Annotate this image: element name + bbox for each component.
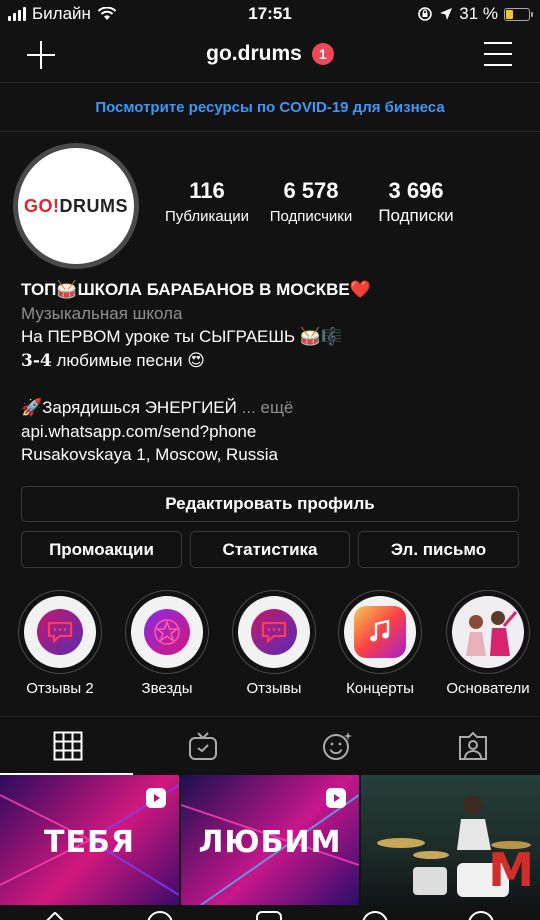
highlight-label: Основатели bbox=[446, 680, 530, 697]
stat-value: 116 bbox=[189, 178, 225, 203]
logo-wordmark: GO!DRUMS bbox=[24, 196, 128, 217]
bio-line-rest: любимые песни 😍 bbox=[51, 350, 205, 370]
posts-grid: ТЕБЯ ЛЮБИМ M bbox=[0, 775, 540, 905]
reel-icon bbox=[326, 788, 346, 808]
story-highlight[interactable]: Звезды bbox=[117, 590, 217, 697]
bio-title: ТОП🥁ШКОЛА БАРАБАНОВ В МОСКВЕ❤️ bbox=[21, 280, 371, 299]
watermark-logo: M bbox=[488, 843, 534, 897]
home-icon[interactable] bbox=[42, 911, 68, 920]
profile-tabs bbox=[0, 716, 540, 775]
stat-label: Подписки bbox=[378, 206, 454, 225]
logo-drums: DRUMS bbox=[59, 195, 128, 216]
post-caption-text: ТЕБЯ bbox=[44, 825, 135, 860]
username[interactable]: go.drums bbox=[206, 42, 302, 66]
highlight-ring bbox=[125, 590, 209, 674]
grid-icon bbox=[53, 731, 82, 761]
stat-followers[interactable]: 6 578 Подписчики bbox=[263, 178, 359, 225]
speech-bubble-icon bbox=[251, 609, 297, 655]
tagged-user-icon bbox=[458, 731, 487, 760]
hamburger-menu-icon[interactable] bbox=[484, 42, 512, 66]
post-caption-text: ЛЮБИМ bbox=[198, 825, 342, 860]
stat-value: 6 578 bbox=[283, 178, 339, 203]
post-thumbnail[interactable]: ТЕБЯ bbox=[0, 775, 179, 905]
promotions-button[interactable]: Промоакции bbox=[21, 531, 182, 568]
story-highlight[interactable]: Отзывы 2 bbox=[10, 590, 110, 697]
status-bar: Билайн 17:51 31 % bbox=[0, 0, 540, 30]
story-highlight[interactable]: Концерты bbox=[330, 590, 430, 697]
highlight-ring bbox=[232, 590, 316, 674]
profile-header: go.drums 1 bbox=[0, 30, 540, 82]
story-highlight[interactable]: Отзывы bbox=[224, 590, 324, 697]
highlight-ring bbox=[18, 590, 102, 674]
battery-percent: 31 % bbox=[459, 4, 498, 23]
logo-go: GO! bbox=[24, 195, 60, 216]
tab-grid[interactable] bbox=[0, 717, 135, 775]
search-icon[interactable] bbox=[147, 911, 173, 920]
star-icon bbox=[144, 609, 190, 655]
orientation-lock-icon bbox=[418, 7, 433, 21]
stat-following[interactable]: 3 696 Подписки bbox=[368, 178, 464, 226]
bio: ТОП🥁ШКОЛА БАРАБАНОВ В МОСКВЕ❤️ Музыкальн… bbox=[21, 278, 521, 467]
stat-label: Публикации bbox=[164, 208, 250, 225]
bio-line: На ПЕРВОМ уроке ты СЫГРАЕШЬ 🥁🎼 bbox=[21, 327, 343, 346]
statistics-button[interactable]: Статистика bbox=[190, 531, 350, 568]
status-right: 31 % bbox=[417, 4, 533, 24]
post-thumbnail[interactable]: M bbox=[361, 775, 540, 905]
bio-address[interactable]: Rusakovskaya 1, Moscow, Russia bbox=[21, 443, 521, 467]
tab-tagged[interactable] bbox=[405, 717, 540, 775]
location-arrow-icon bbox=[440, 8, 453, 20]
avatar[interactable]: GO!DRUMS bbox=[13, 143, 139, 269]
founders-photo bbox=[452, 596, 524, 668]
reels-effects-icon bbox=[322, 732, 352, 760]
highlight-label: Звезды bbox=[141, 680, 193, 697]
bio-bold-number: 3-4 bbox=[21, 350, 52, 371]
username-wrap: go.drums 1 bbox=[0, 42, 540, 66]
bottom-navigation bbox=[0, 905, 540, 920]
tab-igtv[interactable] bbox=[135, 717, 270, 775]
highlight-label: Концерты bbox=[346, 680, 414, 697]
stat-posts[interactable]: 116 Публикации bbox=[160, 178, 254, 225]
covid-resources-link[interactable]: Посмотрите ресурсы по COVID-19 для бизне… bbox=[95, 99, 444, 116]
avatar-logo: GO!DRUMS bbox=[18, 148, 134, 264]
stat-label: Подписчики bbox=[269, 208, 353, 225]
reel-icon bbox=[146, 788, 166, 808]
heart-icon[interactable] bbox=[362, 911, 388, 920]
bio-website-link[interactable]: api.whatsapp.com/send?phone bbox=[21, 420, 521, 444]
covid-banner[interactable]: Посмотрите ресурсы по COVID-19 для бизне… bbox=[0, 82, 540, 132]
post-thumbnail[interactable]: ЛЮБИМ bbox=[181, 775, 359, 905]
speech-bubble-icon bbox=[37, 609, 83, 655]
bio-more-link[interactable]: ... ещё bbox=[242, 398, 294, 417]
bio-line: 🚀Зарядишься ЭНЕРГИЕЙ ... ещё bbox=[21, 396, 521, 420]
profile-avatar-icon[interactable] bbox=[468, 911, 494, 920]
highlight-ring bbox=[338, 590, 422, 674]
battery-icon bbox=[504, 7, 533, 21]
edit-profile-button[interactable]: Редактировать профиль bbox=[21, 486, 519, 522]
bio-line: 3-4 любимые песни 😍 bbox=[21, 349, 521, 374]
bio-line-text: 🚀Зарядишься ЭНЕРГИЕЙ bbox=[21, 398, 237, 417]
highlight-label: Отзывы 2 bbox=[26, 680, 94, 697]
story-highlight[interactable]: Основатели bbox=[438, 590, 538, 697]
tab-effects[interactable] bbox=[270, 717, 405, 775]
profile-stats: 116 Публикации 6 578 Подписчики 3 696 По… bbox=[150, 178, 530, 238]
highlight-ring bbox=[446, 590, 530, 674]
email-button[interactable]: Эл. письмо bbox=[358, 531, 519, 568]
igtv-icon bbox=[188, 732, 217, 760]
bio-category: Музыкальная школа bbox=[21, 303, 183, 323]
music-note-icon bbox=[354, 606, 406, 658]
reels-icon[interactable] bbox=[256, 911, 282, 920]
highlight-label: Отзывы bbox=[246, 680, 302, 697]
notification-badge[interactable]: 1 bbox=[311, 43, 334, 65]
stat-value: 3 696 bbox=[388, 178, 444, 203]
